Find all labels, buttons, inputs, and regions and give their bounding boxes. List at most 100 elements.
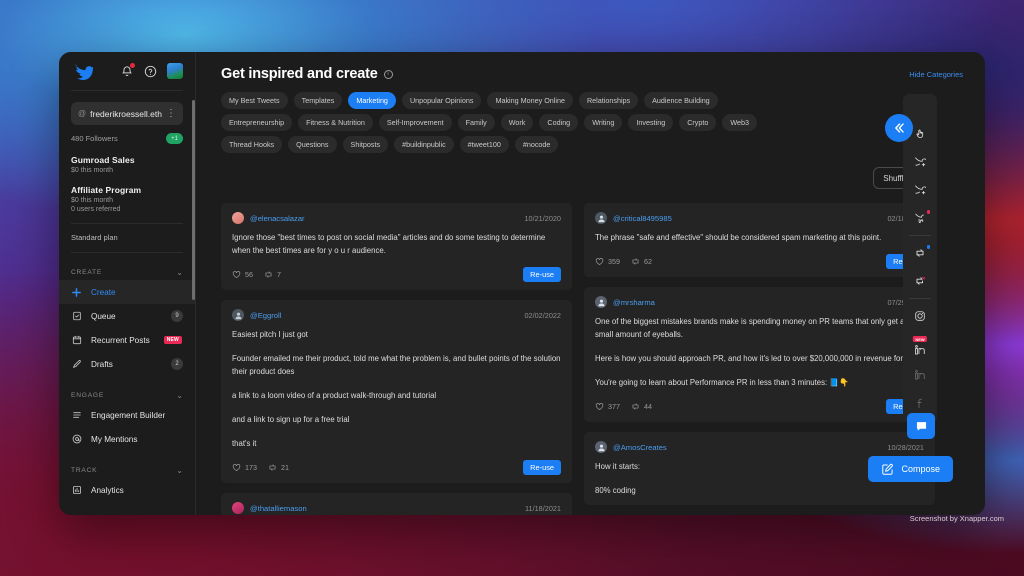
card-header: @mrsharma 07/29/2021 [595, 296, 924, 308]
category-chip[interactable]: #tweet100 [459, 136, 509, 153]
category-chip[interactable]: #buildinpublic [394, 136, 454, 153]
retweet-icon [265, 271, 272, 278]
tweet-paragraph: One of the biggest mistakes brands make … [595, 317, 905, 339]
hide-categories-link[interactable]: Hide Categories [909, 70, 963, 79]
category-chip[interactable]: Crypto [679, 114, 717, 131]
section-header-track[interactable]: TRACK ⌄ [59, 463, 195, 478]
reuse-button[interactable]: Re-use [523, 267, 561, 282]
chevron-down-icon[interactable]: ⌄ [176, 391, 183, 400]
sidebar-section-create: CREATE ⌄ Create Queue 9 Recurrent Posts … [59, 265, 195, 376]
chat-button[interactable] [907, 413, 935, 439]
heart-icon [595, 403, 604, 411]
divider [71, 90, 183, 91]
tweet-author[interactable]: @AmosCreates [613, 443, 667, 452]
category-chip[interactable]: Questions [288, 136, 337, 153]
sidebar-item-create[interactable]: Create [59, 280, 195, 304]
tweet-paragraph: and a link to sign up for a free trial [232, 415, 350, 424]
category-chip[interactable]: Shitposts [342, 136, 389, 153]
retweet-close-icon[interactable] [905, 267, 935, 295]
card-footer: 56 7 Re-use [232, 267, 561, 282]
card-footer: 173 21 Re-use [232, 460, 561, 475]
compose-label: Compose [901, 464, 940, 474]
section-header-engage[interactable]: ENGAGE ⌄ [59, 388, 195, 403]
tweet-card[interactable]: @Eggroll 02/02/2022 Easiest pitch I just… [221, 300, 572, 483]
affiliate-program-block[interactable]: Affiliate Program $0 this month 0 users … [71, 185, 183, 213]
tweet-date: 02/02/2022 [524, 310, 561, 320]
chart-icon [71, 485, 82, 496]
category-chip[interactable]: Work [500, 114, 534, 131]
card-header: @thatalliemason 11/18/2021 [232, 502, 561, 514]
tweet-date: 10/21/2020 [524, 213, 561, 223]
category-chip-selected[interactable]: Marketing [348, 92, 396, 109]
account-selector[interactable]: @ frederikroessell.eth ⋮ [71, 102, 183, 125]
sidebar-item-label: My Mentions [91, 434, 138, 444]
bird-logo[interactable] [73, 62, 93, 80]
sidebar-item-recurrent-posts[interactable]: Recurrent Posts NEW [59, 328, 195, 352]
heart-icon [595, 258, 604, 266]
category-chip[interactable]: Relationships [578, 92, 639, 109]
tweet-body: One of the biggest mistakes brands make … [595, 315, 924, 389]
category-chip[interactable]: Entrepreneurship [221, 114, 293, 131]
tweet-author[interactable]: @mrsharma [613, 298, 655, 307]
bell-icon[interactable] [119, 62, 135, 79]
person-icon [597, 444, 605, 451]
tweet-pointer-icon[interactable] [905, 204, 935, 232]
compose-button[interactable]: Compose [868, 456, 953, 482]
sidebar-item-my-mentions[interactable]: My Mentions [59, 427, 195, 451]
plan-label[interactable]: Standard plan [71, 233, 183, 242]
category-chip[interactable]: Thread Hooks [221, 136, 283, 153]
tweet-card[interactable]: @critical8495985 02/18/2022 The phrase "… [584, 203, 935, 277]
section-label: CREATE [71, 269, 103, 276]
category-chip[interactable]: #nocode [514, 136, 559, 153]
category-chip[interactable]: Audience Building [644, 92, 718, 109]
category-chip[interactable]: Investing [628, 114, 674, 131]
sidebar-item-drafts[interactable]: Drafts 2 [59, 352, 195, 376]
tweet-card[interactable]: @elenacsalazar 10/21/2020 Ignore those "… [221, 203, 572, 290]
tweet-author[interactable]: @Eggroll [250, 311, 281, 320]
card-footer: 359 62 Re-use [595, 254, 924, 269]
user-avatar[interactable] [167, 63, 183, 79]
category-chip[interactable]: Coding [539, 114, 579, 131]
avatar [595, 296, 607, 308]
tweet-card[interactable]: @thatalliemason 11/18/2021 [221, 493, 572, 515]
gumroad-sales-block[interactable]: Gumroad Sales $0 this month [71, 155, 183, 174]
linkedin-dim-icon[interactable] [905, 361, 935, 389]
like-stat: 377 [595, 402, 620, 411]
category-chip[interactable]: Templates [293, 92, 343, 109]
page-title: Get inspired and create [221, 66, 378, 82]
retweet-icon[interactable] [905, 239, 935, 267]
reuse-button[interactable]: Re-use [523, 460, 561, 475]
category-chip[interactable]: My Best Tweets [221, 92, 288, 109]
category-chip[interactable]: Fitness & Nutrition [298, 114, 373, 131]
linkedin-icon[interactable]: NEW [905, 333, 935, 361]
help-icon[interactable] [143, 64, 158, 79]
collapse-rail-button[interactable] [885, 114, 913, 142]
info-icon[interactable]: i [383, 69, 393, 79]
sidebar-item-engagement-builder[interactable]: Engagement Builder [59, 403, 195, 427]
tweet-author[interactable]: @elenacsalazar [250, 214, 305, 223]
category-chip[interactable]: Unpopular Opinions [401, 92, 482, 109]
calendar-icon [71, 335, 82, 346]
tweet-author[interactable]: @critical8495985 [613, 214, 672, 223]
retweet-count: 62 [644, 257, 652, 266]
tweet-paragraph: a link to a loom video of a product walk… [232, 391, 437, 400]
tweet-body: Easiest pitch I just got Founder emailed… [232, 328, 561, 450]
section-header-create[interactable]: CREATE ⌄ [59, 265, 195, 280]
category-chip[interactable]: Family [457, 114, 495, 131]
tweet-add-alt-icon[interactable] [905, 176, 935, 204]
sidebar-item-queue[interactable]: Queue 9 [59, 304, 195, 328]
sidebar-item-analytics[interactable]: Analytics [59, 478, 195, 502]
category-chip[interactable]: Web3 [722, 114, 758, 131]
tweet-add-icon[interactable] [905, 148, 935, 176]
account-menu-icon[interactable]: ⋮ [166, 108, 176, 119]
chevron-down-icon[interactable]: ⌄ [176, 466, 183, 475]
new-badge: NEW [912, 336, 928, 342]
category-chip[interactable]: Writing [584, 114, 623, 131]
chevron-down-icon[interactable]: ⌄ [176, 268, 183, 277]
category-chip[interactable]: Making Money Online [487, 92, 573, 109]
category-chip[interactable]: Self-Improvement [378, 114, 452, 131]
tweet-author[interactable]: @thatalliemason [250, 504, 307, 513]
sidebar-scrollbar[interactable] [192, 100, 195, 300]
tweet-card[interactable]: @mrsharma 07/29/2021 One of the biggest … [584, 287, 935, 422]
instagram-icon[interactable] [905, 302, 935, 330]
